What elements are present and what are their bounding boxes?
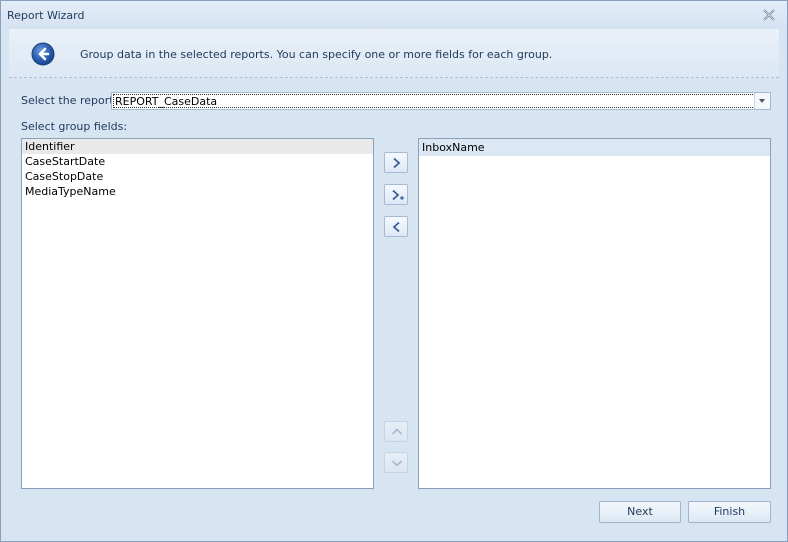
chevron-right-plus-icon [392,189,404,201]
window-title: Report Wizard [7,9,85,22]
select-group-fields-label: Select group fields: [21,120,128,133]
list-item[interactable]: CaseStartDate [22,154,373,169]
report-select-value[interactable]: REPORT_CaseData [113,94,755,108]
chevron-up-icon [391,428,403,435]
combo-dropdown-button[interactable] [754,93,770,109]
list-item[interactable]: Identifier [22,139,373,154]
wizard-header: Group data in the selected reports. You … [9,29,779,78]
finish-button[interactable]: Finish [688,501,771,523]
available-fields-list[interactable]: Identifier CaseStartDate CaseStopDate Me… [21,138,374,489]
report-wizard-window: Report Wizard Group data in the selected… [0,0,788,542]
move-up-button[interactable] [384,421,408,442]
chevron-right-icon [393,157,401,169]
add-group-button[interactable] [384,184,408,205]
close-icon[interactable] [763,9,775,21]
next-button[interactable]: Next [599,501,681,523]
wizard-instructions: Group data in the selected reports. You … [80,48,553,61]
chevron-down-icon [391,460,403,467]
chevron-left-icon [392,221,400,233]
list-item[interactable]: MediaTypeName [22,184,373,199]
title-bar: Report Wizard [1,1,787,29]
move-down-button[interactable] [384,452,408,473]
select-report-label: Select the report: [21,94,118,107]
list-item[interactable]: InboxName [419,139,770,156]
chevron-down-icon [759,99,765,103]
list-item[interactable]: CaseStopDate [22,169,373,184]
back-arrow-icon[interactable] [31,42,55,66]
move-right-button[interactable] [384,152,408,173]
group-fields-list[interactable]: InboxName [418,138,771,489]
move-left-button[interactable] [384,216,408,237]
report-select-combo[interactable]: REPORT_CaseData [111,92,771,110]
